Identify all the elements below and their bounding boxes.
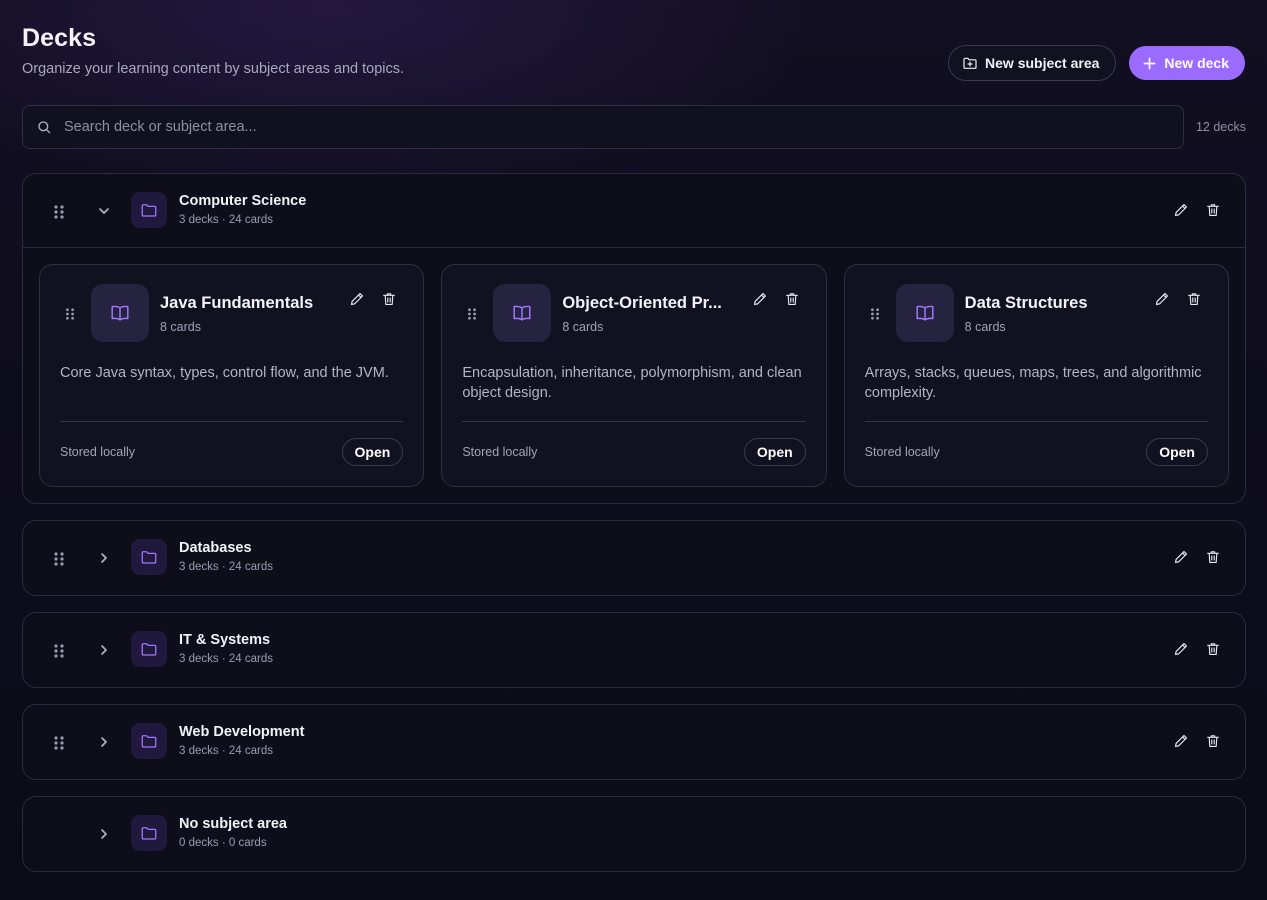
subject-group-meta: 0 decks · 0 cards	[179, 837, 267, 849]
folder-icon	[131, 723, 167, 759]
subject-group-it-systems: IT & Systems 3 decks · 24 cards	[22, 612, 1246, 688]
subject-group-name: Databases	[179, 540, 252, 556]
subject-group-actions	[1173, 549, 1221, 565]
new-deck-button[interactable]: New deck	[1129, 46, 1245, 80]
pencil-icon[interactable]	[1154, 291, 1170, 307]
subject-group-meta: 3 decks · 24 cards	[179, 745, 273, 757]
deck-card-count: 8 cards	[562, 320, 604, 334]
deck-card-count: 8 cards	[964, 320, 1006, 334]
chevron-right-icon[interactable]	[96, 642, 112, 658]
subject-group-header[interactable]: Web Development 3 decks · 24 cards	[23, 705, 1245, 779]
pencil-icon[interactable]	[1173, 202, 1189, 218]
pencil-icon[interactable]	[1173, 549, 1189, 565]
open-deck-button[interactable]: Open	[743, 438, 806, 466]
folder-plus-icon	[963, 57, 977, 69]
new-subject-area-label: New subject area	[985, 55, 1100, 71]
book-open-icon	[895, 284, 954, 342]
subject-group-header[interactable]: Computer Science 3 decks · 24 cards	[23, 174, 1245, 248]
search-input[interactable]	[64, 119, 1144, 135]
deck-title: Data Structures	[964, 294, 1088, 312]
folder-icon	[131, 539, 167, 575]
trash-icon[interactable]	[1186, 291, 1202, 307]
deck-card-java-fundamentals[interactable]: Java Fundamentals 8 cards Core Java synt…	[39, 264, 425, 487]
deck-storage-status: Stored locally	[462, 445, 538, 459]
subject-group-name: No subject area	[179, 816, 287, 832]
subject-group-name: IT & Systems	[179, 632, 271, 648]
subject-group-header[interactable]: IT & Systems 3 decks · 24 cards	[23, 613, 1245, 687]
deck-card-count: 8 cards	[160, 320, 201, 334]
folder-icon	[131, 192, 167, 228]
pencil-icon[interactable]	[1173, 733, 1189, 749]
open-deck-button[interactable]: Open	[341, 438, 404, 466]
subject-group-header[interactable]: No subject area 0 decks · 0 cards	[23, 797, 1245, 871]
subject-group-actions	[1173, 641, 1221, 657]
subject-group-no-subject-area: No subject area 0 decks · 0 cards	[22, 796, 1246, 872]
trash-icon[interactable]	[1205, 549, 1221, 565]
subject-group-actions	[1173, 733, 1221, 749]
deck-description: Arrays, stacks, queues, maps, trees, and…	[864, 365, 1202, 401]
search-bar	[22, 105, 1184, 149]
new-deck-label: New deck	[1164, 55, 1229, 71]
drag-handle-icon[interactable]	[64, 307, 76, 321]
chevron-right-icon[interactable]	[96, 734, 112, 750]
page-subtitle: Organize your learning content by subjec…	[22, 61, 405, 77]
trash-icon[interactable]	[1205, 202, 1221, 218]
deck-divider	[864, 421, 1208, 422]
chevron-right-icon[interactable]	[96, 550, 112, 566]
drag-handle-icon[interactable]	[52, 204, 66, 220]
deck-storage-status: Stored locally	[60, 445, 136, 459]
chevron-down-icon[interactable]	[96, 203, 112, 219]
chevron-right-icon[interactable]	[96, 826, 112, 842]
subject-group-name: Web Development	[179, 724, 305, 740]
subject-group-web-development: Web Development 3 decks · 24 cards	[22, 704, 1246, 780]
deck-count: 12 decks	[1195, 120, 1246, 134]
trash-icon[interactable]	[1205, 733, 1221, 749]
drag-handle-icon[interactable]	[52, 735, 66, 751]
folder-icon	[131, 631, 167, 667]
subject-group-name: Computer Science	[179, 193, 307, 209]
folder-icon	[131, 815, 167, 851]
deck-description: Core Java syntax, types, control flow, a…	[60, 365, 389, 381]
plus-icon	[1143, 57, 1156, 69]
deck-description: Encapsulation, inheritance, polymorphism…	[462, 365, 802, 401]
deck-card-list: Java Fundamentals 8 cards Core Java synt…	[23, 248, 1245, 502]
drag-handle-icon[interactable]	[52, 643, 66, 659]
deck-actions	[752, 291, 800, 307]
subject-group-actions	[1173, 202, 1221, 218]
deck-title: Java Fundamentals	[160, 294, 314, 312]
deck-divider	[60, 421, 404, 422]
book-open-icon	[91, 284, 149, 342]
subject-group-computer-science: Computer Science 3 decks · 24 cards Java…	[22, 173, 1246, 504]
deck-actions	[1154, 291, 1202, 307]
trash-icon[interactable]	[784, 291, 800, 307]
drag-handle-icon[interactable]	[869, 307, 881, 321]
deck-card-data-structures[interactable]: Data Structures 8 cards Arrays, stacks, …	[843, 264, 1229, 487]
deck-divider	[462, 421, 806, 422]
deck-card-object-oriented-programming[interactable]: Object-Oriented Pr... 8 cards Encapsulat…	[441, 264, 827, 487]
new-subject-area-button[interactable]: New subject area	[948, 45, 1117, 81]
subject-group-meta: 3 decks · 24 cards	[179, 561, 273, 573]
open-deck-button[interactable]: Open	[1146, 438, 1208, 466]
header-actions: New subject area New deck	[948, 45, 1245, 81]
deck-title: Object-Oriented Pr...	[562, 294, 722, 312]
subject-group-header[interactable]: Databases 3 decks · 24 cards	[23, 521, 1245, 595]
drag-handle-icon[interactable]	[466, 307, 478, 321]
trash-icon[interactable]	[381, 291, 397, 307]
page-title: Decks	[22, 24, 97, 52]
search-icon	[38, 121, 51, 134]
page-header: Decks Organize your learning content by …	[22, 24, 404, 77]
drag-handle-icon[interactable]	[52, 551, 66, 567]
subject-group-databases: Databases 3 decks · 24 cards	[22, 520, 1246, 596]
pencil-icon[interactable]	[349, 291, 365, 307]
subject-group-meta: 3 decks · 24 cards	[179, 214, 273, 226]
pencil-icon[interactable]	[752, 291, 768, 307]
book-open-icon	[493, 284, 552, 342]
trash-icon[interactable]	[1205, 641, 1221, 657]
subject-group-meta: 3 decks · 24 cards	[179, 653, 273, 665]
deck-actions	[349, 291, 397, 307]
pencil-icon[interactable]	[1173, 641, 1189, 657]
deck-storage-status: Stored locally	[864, 445, 940, 459]
